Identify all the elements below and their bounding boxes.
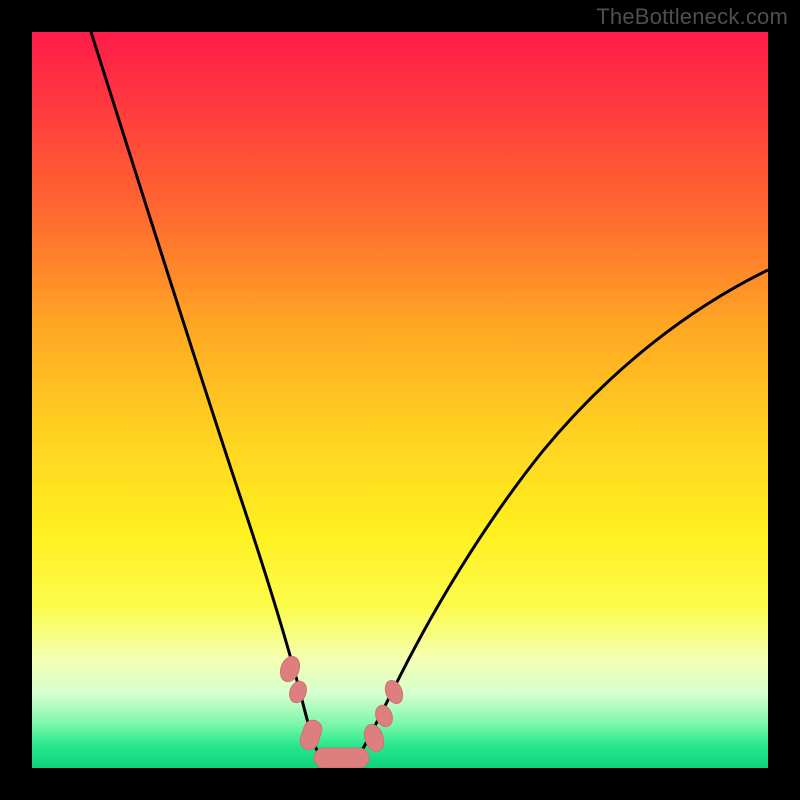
watermark-text: TheBottleneck.com	[596, 4, 788, 30]
curve-layer	[32, 32, 768, 768]
plot-area	[32, 32, 768, 768]
marker-group	[277, 654, 406, 768]
marker-dot	[298, 718, 324, 752]
right-curve	[352, 270, 768, 768]
marker-dot	[277, 654, 303, 685]
marker-bar	[314, 748, 369, 768]
marker-dot	[287, 679, 310, 705]
marker-dot	[361, 722, 387, 754]
chart-frame: TheBottleneck.com	[0, 0, 800, 800]
